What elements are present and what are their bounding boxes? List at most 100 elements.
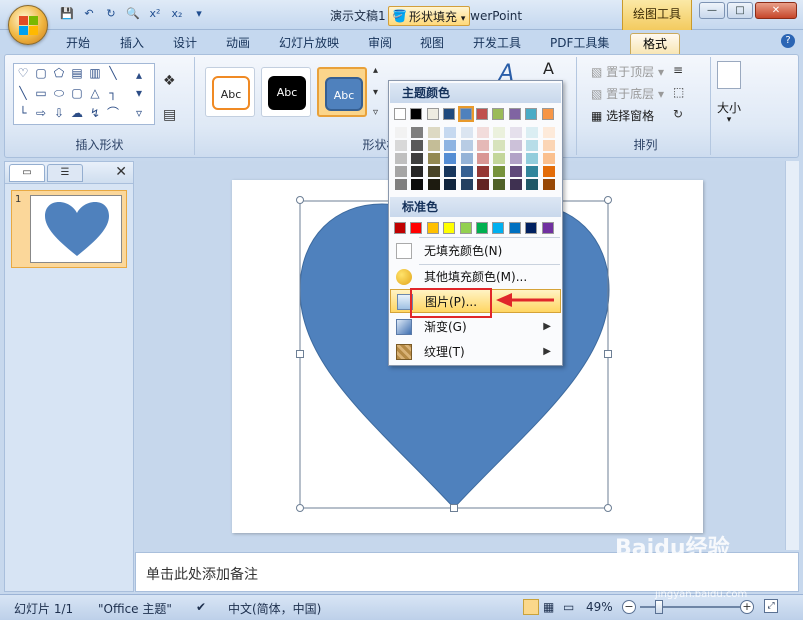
text-fill-icon[interactable]: A	[543, 59, 554, 78]
standard-color-swatch[interactable]	[410, 222, 423, 234]
zoom-in-icon[interactable]: +	[740, 600, 754, 614]
theme-shade-swatch[interactable]	[444, 127, 457, 138]
theme-shade-swatch[interactable]	[526, 140, 539, 151]
tab-animations[interactable]: 动画	[226, 33, 250, 54]
theme-shade-swatch[interactable]	[395, 153, 407, 164]
theme-shade-swatch[interactable]	[509, 127, 522, 138]
theme-shade-swatch[interactable]	[395, 166, 407, 177]
theme-shade-swatch[interactable]	[509, 153, 522, 164]
theme-shade-swatch[interactable]	[460, 153, 473, 164]
resize-handle-top-left[interactable]	[296, 196, 304, 204]
theme-shade-swatch[interactable]	[493, 179, 506, 190]
tab-home[interactable]: 开始	[66, 33, 90, 54]
theme-shade-swatch[interactable]	[542, 179, 555, 190]
theme-shade-swatch[interactable]	[509, 179, 522, 190]
tab-slideshow[interactable]: 幻灯片放映	[279, 33, 339, 54]
styles-scroll-up-icon[interactable]: ▴	[373, 65, 378, 76]
resize-handle-bottom-right[interactable]	[604, 504, 612, 512]
theme-shade-swatch[interactable]	[542, 140, 555, 151]
elbow-arrow-icon[interactable]: └	[16, 106, 30, 120]
theme-shade-swatch[interactable]	[477, 127, 489, 138]
print-preview-icon[interactable]: 🔍	[124, 6, 142, 22]
right-arrow-shape-icon[interactable]: ⇨	[34, 106, 48, 120]
theme-shade-swatch[interactable]	[493, 127, 506, 138]
rotate-icon[interactable]: ↻	[673, 107, 683, 121]
styles-scroll-down-icon[interactable]: ▾	[373, 87, 378, 98]
theme-shade-swatch[interactable]	[493, 153, 506, 164]
down-arrow-shape-icon[interactable]: ⇩	[52, 106, 66, 120]
style-thumb-orange-outline[interactable]: Abc	[205, 67, 255, 117]
slide-thumbnail-selected[interactable]: 1	[11, 190, 127, 268]
tab-developer[interactable]: 开发工具	[473, 33, 521, 54]
theme-shade-swatch[interactable]	[427, 140, 440, 151]
elbow-connector-icon[interactable]: ┐	[106, 86, 120, 100]
tab-pdf-tools[interactable]: PDF工具集	[550, 33, 609, 54]
resize-handle-left[interactable]	[296, 350, 304, 358]
theme-color-swatch[interactable]	[492, 108, 505, 120]
theme-shade-swatch[interactable]	[444, 179, 457, 190]
superscript-icon[interactable]: x²	[146, 6, 164, 22]
slides-tab-icon[interactable]: ▭	[9, 164, 45, 182]
theme-shade-swatch[interactable]	[477, 166, 489, 177]
theme-shade-swatch[interactable]	[411, 153, 424, 164]
theme-shade-swatch[interactable]	[444, 140, 457, 151]
resize-handle-bottom-left[interactable]	[296, 504, 304, 512]
standard-color-swatch[interactable]	[476, 222, 488, 234]
standard-color-swatch[interactable]	[541, 222, 554, 234]
theme-shade-swatch[interactable]	[542, 127, 555, 138]
normal-view-icon[interactable]	[523, 599, 539, 615]
theme-shade-swatch[interactable]	[427, 179, 440, 190]
triangle-shape-icon[interactable]: △	[88, 86, 102, 100]
style-thumb-black[interactable]: Abc	[261, 67, 311, 117]
theme-color-swatch[interactable]	[410, 108, 423, 120]
edit-shape-icon[interactable]: ❖	[163, 73, 176, 89]
theme-color-swatch[interactable]	[426, 108, 439, 120]
save-icon[interactable]: 💾	[58, 6, 76, 22]
resize-handle-right[interactable]	[604, 350, 612, 358]
align-icon[interactable]: ≡	[673, 63, 683, 77]
maximize-button[interactable]: □	[727, 2, 753, 19]
theme-shade-swatch[interactable]	[542, 153, 555, 164]
theme-color-swatch[interactable]	[443, 108, 456, 120]
undo-icon[interactable]: ↶	[80, 6, 98, 22]
standard-color-swatch[interactable]	[394, 222, 406, 234]
theme-shade-swatch[interactable]	[395, 140, 407, 151]
theme-shade-swatch[interactable]	[427, 166, 440, 177]
theme-shade-swatch[interactable]	[493, 166, 506, 177]
pentagon-shape-icon[interactable]: ⬠	[52, 66, 66, 80]
theme-shade-swatch[interactable]	[477, 179, 489, 190]
shape-fill-button[interactable]: 🪣 形状填充 ▾	[388, 6, 471, 26]
style-thumb-blue-selected[interactable]: Abc	[317, 67, 367, 117]
theme-shade-swatch[interactable]	[460, 140, 473, 151]
shapes-gallery[interactable]: ♡ ▢ ⬠ ▤ ▥ ╲ ╲ ▭ ⬭ ▢ △ ┐ └ ⇨ ⇩ ☁ ↯ ⌒ ▴ ▾ …	[13, 63, 155, 125]
redo-icon[interactable]: ↻	[102, 6, 120, 22]
send-to-back-button[interactable]: ▧ 置于底层 ▾	[591, 85, 664, 102]
theme-shade-swatch[interactable]	[493, 140, 506, 151]
theme-shade-swatch[interactable]	[427, 127, 440, 138]
size-icon[interactable]	[717, 61, 741, 89]
textbox-shape-icon[interactable]: ▤	[70, 66, 84, 80]
size-dropdown-icon[interactable]: ▾	[711, 115, 747, 125]
theme-color-swatch[interactable]	[476, 108, 488, 120]
theme-color-swatch[interactable]	[457, 106, 474, 122]
fit-to-window-icon[interactable]: ⤢	[764, 599, 778, 613]
theme-color-swatch[interactable]	[508, 108, 521, 120]
theme-shade-swatch[interactable]	[509, 166, 522, 177]
theme-shade-swatch[interactable]	[477, 153, 489, 164]
arc-shape-icon[interactable]: ⌒	[106, 106, 120, 120]
close-button[interactable]: ✕	[755, 2, 797, 19]
standard-color-swatch[interactable]	[525, 222, 538, 234]
theme-shade-swatch[interactable]	[477, 140, 489, 151]
theme-shade-swatch[interactable]	[526, 153, 539, 164]
standard-color-swatch[interactable]	[443, 222, 456, 234]
theme-name[interactable]: "Office 主题"	[98, 600, 172, 617]
help-icon[interactable]: ?	[781, 34, 795, 48]
theme-shade-swatch[interactable]	[542, 166, 555, 177]
zoom-level[interactable]: 49%	[586, 600, 613, 614]
resize-handle-top-right[interactable]	[604, 196, 612, 204]
resize-handle-bottom[interactable]	[450, 504, 458, 512]
theme-shade-swatch[interactable]	[526, 179, 539, 190]
theme-shade-swatch[interactable]	[411, 140, 424, 151]
vertical-textbox-icon[interactable]: ▥	[88, 66, 102, 80]
tab-review[interactable]: 审阅	[368, 33, 392, 54]
